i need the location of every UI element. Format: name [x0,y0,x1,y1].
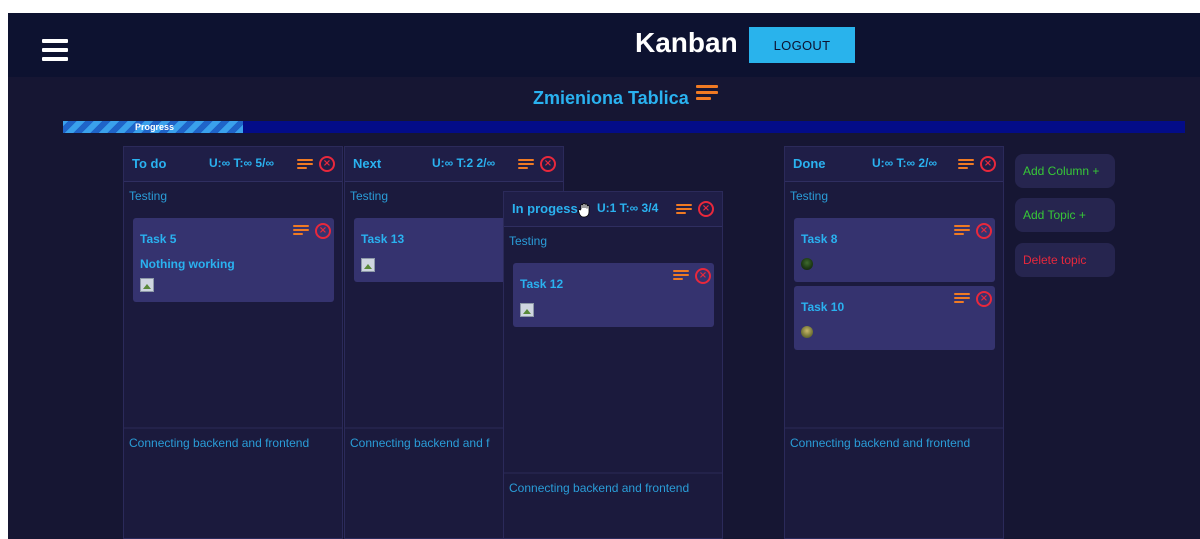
column-limits: U:∞ T:∞ 2/∞ [872,156,937,170]
lane-connecting-backend-and-frontend: Connecting backend and frontend [124,427,342,538]
column-title: To do [132,156,167,171]
logout-button[interactable]: LOGOUT [749,27,855,63]
column-header[interactable]: In progess U:1 T:∞ 3/4 × [504,192,722,227]
column-done: Done U:∞ T:∞ 2/∞ × Testing Task 8 × Task… [784,146,1004,539]
delete-column-icon[interactable]: × [980,156,996,172]
column-title: In progess [512,201,578,216]
hand-grab-cursor-icon [577,202,593,218]
hamburger-menu-icon[interactable] [42,39,68,61]
delete-card-icon[interactable]: × [695,268,711,284]
add-column-button[interactable]: Add Column + [1015,154,1115,188]
lane-connecting-backend-and-frontend: Connecting backend and frontend [785,427,1003,538]
column-options-icon[interactable] [518,159,534,170]
lane-label: Connecting backend and frontend [790,436,971,450]
lane-label: Testing [129,189,168,203]
progress-label: Progress [135,122,175,132]
card-title: Task 10 [801,300,845,314]
card-options-icon[interactable] [673,270,689,281]
column-header[interactable]: Done U:∞ T:∞ 2/∞ × [785,147,1003,182]
column-options-icon[interactable] [676,204,692,215]
card-options-icon[interactable] [954,225,970,236]
column-limits: U:∞ T:∞ 5/∞ [209,156,274,170]
task-card[interactable]: Task 12 × [513,263,714,327]
column-limits: U:∞ T:2 2/∞ [432,156,496,170]
card-options-icon[interactable] [954,293,970,304]
lane-testing: Testing Task 8 × Task 10 × [785,182,1003,426]
board-options-menu-icon[interactable] [696,85,718,101]
column-in-progress-dragging[interactable]: In progess U:1 T:∞ 3/4 × Testing Task 12… [503,191,723,539]
column-options-icon[interactable] [958,159,974,170]
card-title: Task 13 [361,232,405,246]
delete-column-icon[interactable]: × [698,201,714,217]
lane-testing: Testing Task 5 × Nothing working [124,182,342,426]
lane-label: Testing [790,189,829,203]
task-card[interactable]: Task 10 × [794,286,995,350]
lane-label: Connecting backend and frontend [129,436,310,450]
delete-card-icon[interactable]: × [315,223,331,239]
column-limits: U:1 T:∞ 3/4 [597,201,659,215]
kanban-app: Kanban LOGOUT Zmieniona Tablica Progress… [8,13,1200,539]
delete-column-icon[interactable]: × [540,156,556,172]
board-title: Zmieniona Tablica [533,88,689,108]
task-card[interactable]: Task 8 × [794,218,995,282]
card-title: Task 8 [801,232,838,246]
column-header[interactable]: Next U:∞ T:2 2/∞ × [345,147,563,182]
broken-image-icon [140,278,154,292]
delete-topic-button[interactable]: Delete topic [1015,243,1115,277]
column-title: Next [353,156,382,171]
card-title: Task 5 [140,232,177,246]
lane-testing: Testing Task 12 × [504,227,722,471]
column-header[interactable]: To do U:∞ T:∞ 5/∞ × [124,147,342,182]
column-title: Done [793,156,826,171]
top-bar: Kanban LOGOUT [8,13,1200,77]
card-description: Nothing working [140,257,235,271]
board-progress-bar: Progress [63,121,1185,133]
column-to-do: To do U:∞ T:∞ 5/∞ × Testing Task 5 × Not… [123,146,343,539]
card-title: Task 12 [520,277,564,291]
broken-image-icon [520,303,534,317]
lane-label: Testing [509,234,548,248]
lane-connecting-backend-and-frontend: Connecting backend and frontend [504,472,722,538]
delete-card-icon[interactable]: × [976,291,992,307]
assignee-avatar [801,258,813,270]
lane-label: Testing [350,189,389,203]
lane-label: Connecting backend and frontend [509,481,690,495]
add-topic-button[interactable]: Add Topic + [1015,198,1115,232]
task-card[interactable]: Task 5 × Nothing working [133,218,334,302]
delete-card-icon[interactable]: × [976,223,992,239]
column-options-icon[interactable] [297,159,313,170]
assignee-avatar [801,326,813,338]
broken-image-icon [361,258,375,272]
lane-label: Connecting backend and f [350,436,490,450]
card-options-icon[interactable] [293,225,309,236]
app-title: Kanban [635,27,738,58]
delete-column-icon[interactable]: × [319,156,335,172]
